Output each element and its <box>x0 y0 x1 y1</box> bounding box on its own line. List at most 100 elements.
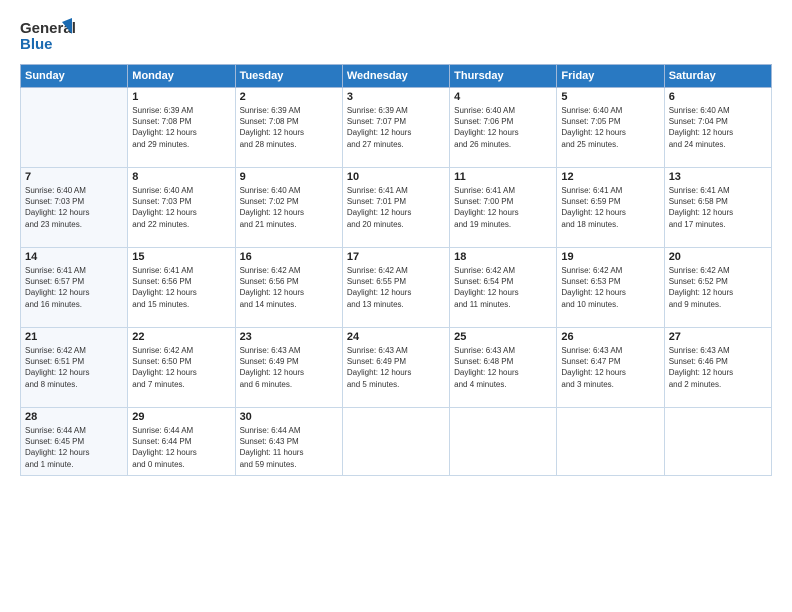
day-cell: 19 Sunrise: 6:42 AM Sunset: 6:53 PM Dayli… <box>557 248 664 328</box>
day-number: 30 <box>240 411 338 423</box>
day-cell: 2 Sunrise: 6:39 AM Sunset: 7:08 PM Daylig… <box>235 88 342 168</box>
day-cell: 14 Sunrise: 6:41 AM Sunset: 6:57 PM Dayli… <box>21 248 128 328</box>
day-info: Sunrise: 6:43 AM Sunset: 6:46 PM Dayligh… <box>669 345 767 390</box>
header-row: SundayMondayTuesdayWednesdayThursdayFrid… <box>21 65 772 88</box>
day-number: 19 <box>561 251 659 263</box>
day-info: Sunrise: 6:40 AM Sunset: 7:03 PM Dayligh… <box>132 185 230 230</box>
day-number: 17 <box>347 251 445 263</box>
day-number: 14 <box>25 251 123 263</box>
day-info: Sunrise: 6:42 AM Sunset: 6:56 PM Dayligh… <box>240 265 338 310</box>
day-info: Sunrise: 6:41 AM Sunset: 6:59 PM Dayligh… <box>561 185 659 230</box>
day-info: Sunrise: 6:44 AM Sunset: 6:44 PM Dayligh… <box>132 425 230 470</box>
day-info: Sunrise: 6:39 AM Sunset: 7:08 PM Dayligh… <box>240 105 338 150</box>
day-info: Sunrise: 6:40 AM Sunset: 7:04 PM Dayligh… <box>669 105 767 150</box>
col-header-sunday: Sunday <box>21 65 128 88</box>
day-cell: 17 Sunrise: 6:42 AM Sunset: 6:55 PM Dayli… <box>342 248 449 328</box>
day-number: 26 <box>561 331 659 343</box>
day-info: Sunrise: 6:42 AM Sunset: 6:52 PM Dayligh… <box>669 265 767 310</box>
day-number: 12 <box>561 171 659 183</box>
day-cell: 21 Sunrise: 6:42 AM Sunset: 6:51 PM Dayli… <box>21 328 128 408</box>
day-cell: 11 Sunrise: 6:41 AM Sunset: 7:00 PM Dayli… <box>450 168 557 248</box>
day-cell: 16 Sunrise: 6:42 AM Sunset: 6:56 PM Dayli… <box>235 248 342 328</box>
day-info: Sunrise: 6:41 AM Sunset: 7:01 PM Dayligh… <box>347 185 445 230</box>
day-cell: 18Sunrise: 6:42 AM Sunset: 6:54 PM Dayli… <box>450 248 557 328</box>
calendar-table: SundayMondayTuesdayWednesdayThursdayFrid… <box>20 64 772 476</box>
day-info: Sunrise: 6:41 AM Sunset: 7:00 PM Dayligh… <box>454 185 552 230</box>
day-cell: 3 Sunrise: 6:39 AM Sunset: 7:07 PM Daylig… <box>342 88 449 168</box>
col-header-monday: Monday <box>128 65 235 88</box>
day-info: Sunrise: 6:42 AM Sunset: 6:55 PM Dayligh… <box>347 265 445 310</box>
day-info: Sunrise: 6:39 AM Sunset: 7:07 PM Dayligh… <box>347 105 445 150</box>
day-info: Sunrise: 6:43 AM Sunset: 6:47 PM Dayligh… <box>561 345 659 390</box>
day-info: Sunrise: 6:40 AM Sunset: 7:05 PM Dayligh… <box>561 105 659 150</box>
day-info: Sunrise: 6:41 AM Sunset: 6:57 PM Dayligh… <box>25 265 123 310</box>
day-number: 13 <box>669 171 767 183</box>
day-info: Sunrise: 6:40 AM Sunset: 7:02 PM Dayligh… <box>240 185 338 230</box>
day-info: Sunrise: 6:43 AM Sunset: 6:49 PM Dayligh… <box>240 345 338 390</box>
day-info: Sunrise: 6:43 AM Sunset: 6:48 PM Dayligh… <box>454 345 552 390</box>
day-cell <box>21 88 128 168</box>
header: GeneralBlue <box>20 16 772 54</box>
day-info: Sunrise: 6:41 AM Sunset: 6:56 PM Dayligh… <box>132 265 230 310</box>
day-cell: 26 Sunrise: 6:43 AM Sunset: 6:47 PM Dayli… <box>557 328 664 408</box>
day-info: Sunrise: 6:44 AM Sunset: 6:43 PM Dayligh… <box>240 425 338 470</box>
day-cell: 23 Sunrise: 6:43 AM Sunset: 6:49 PM Dayli… <box>235 328 342 408</box>
day-number: 20 <box>669 251 767 263</box>
day-cell: 13 Sunrise: 6:41 AM Sunset: 6:58 PM Dayli… <box>664 168 771 248</box>
day-info: Sunrise: 6:42 AM Sunset: 6:53 PM Dayligh… <box>561 265 659 310</box>
col-header-friday: Friday <box>557 65 664 88</box>
day-number: 5 <box>561 91 659 103</box>
day-number: 4 <box>454 91 552 103</box>
day-number: 16 <box>240 251 338 263</box>
day-number: 27 <box>669 331 767 343</box>
day-info: Sunrise: 6:42 AM Sunset: 6:51 PM Dayligh… <box>25 345 123 390</box>
day-cell: 28Sunrise: 6:44 AM Sunset: 6:45 PM Dayli… <box>21 408 128 476</box>
day-cell <box>664 408 771 476</box>
day-number: 6 <box>669 91 767 103</box>
day-cell: 20 Sunrise: 6:42 AM Sunset: 6:52 PM Dayli… <box>664 248 771 328</box>
day-cell: 27 Sunrise: 6:43 AM Sunset: 6:46 PM Dayli… <box>664 328 771 408</box>
day-info: Sunrise: 6:41 AM Sunset: 6:58 PM Dayligh… <box>669 185 767 230</box>
day-cell: 4Sunrise: 6:40 AM Sunset: 7:06 PM Daylig… <box>450 88 557 168</box>
day-info: Sunrise: 6:39 AM Sunset: 7:08 PM Dayligh… <box>132 105 230 150</box>
day-number: 21 <box>25 331 123 343</box>
col-header-thursday: Thursday <box>450 65 557 88</box>
day-number: 9 <box>240 171 338 183</box>
day-info: Sunrise: 6:42 AM Sunset: 6:54 PM Dayligh… <box>454 265 552 310</box>
day-number: 3 <box>347 91 445 103</box>
day-number: 10 <box>347 171 445 183</box>
day-number: 23 <box>240 331 338 343</box>
logo: GeneralBlue <box>20 16 75 54</box>
day-info: Sunrise: 6:43 AM Sunset: 6:49 PM Dayligh… <box>347 345 445 390</box>
day-cell: 10 Sunrise: 6:41 AM Sunset: 7:01 PM Dayli… <box>342 168 449 248</box>
week-row-1: 1Sunrise: 6:39 AM Sunset: 7:08 PM Daylig… <box>21 88 772 168</box>
logo-svg: GeneralBlue <box>20 16 75 54</box>
day-number: 8 <box>132 171 230 183</box>
day-info: Sunrise: 6:42 AM Sunset: 6:50 PM Dayligh… <box>132 345 230 390</box>
day-number: 11 <box>454 171 552 183</box>
day-cell: 5 Sunrise: 6:40 AM Sunset: 7:05 PM Daylig… <box>557 88 664 168</box>
day-cell: 1Sunrise: 6:39 AM Sunset: 7:08 PM Daylig… <box>128 88 235 168</box>
col-header-tuesday: Tuesday <box>235 65 342 88</box>
day-info: Sunrise: 6:44 AM Sunset: 6:45 PM Dayligh… <box>25 425 123 470</box>
day-cell: 25 Sunrise: 6:43 AM Sunset: 6:48 PM Dayli… <box>450 328 557 408</box>
col-header-saturday: Saturday <box>664 65 771 88</box>
day-cell: 15 Sunrise: 6:41 AM Sunset: 6:56 PM Dayli… <box>128 248 235 328</box>
day-cell: 30 Sunrise: 6:44 AM Sunset: 6:43 PM Dayli… <box>235 408 342 476</box>
day-number: 24 <box>347 331 445 343</box>
day-number: 22 <box>132 331 230 343</box>
day-cell: 12 Sunrise: 6:41 AM Sunset: 6:59 PM Dayli… <box>557 168 664 248</box>
day-cell <box>450 408 557 476</box>
week-row-4: 21 Sunrise: 6:42 AM Sunset: 6:51 PM Dayli… <box>21 328 772 408</box>
day-cell: 29Sunrise: 6:44 AM Sunset: 6:44 PM Dayli… <box>128 408 235 476</box>
day-cell: 6 Sunrise: 6:40 AM Sunset: 7:04 PM Daylig… <box>664 88 771 168</box>
col-header-wednesday: Wednesday <box>342 65 449 88</box>
day-info: Sunrise: 6:40 AM Sunset: 7:03 PM Dayligh… <box>25 185 123 230</box>
week-row-3: 14 Sunrise: 6:41 AM Sunset: 6:57 PM Dayli… <box>21 248 772 328</box>
day-cell: 22 Sunrise: 6:42 AM Sunset: 6:50 PM Dayli… <box>128 328 235 408</box>
day-number: 15 <box>132 251 230 263</box>
day-number: 25 <box>454 331 552 343</box>
week-row-2: 7Sunrise: 6:40 AM Sunset: 7:03 PM Daylig… <box>21 168 772 248</box>
day-cell: 9 Sunrise: 6:40 AM Sunset: 7:02 PM Daylig… <box>235 168 342 248</box>
day-number: 2 <box>240 91 338 103</box>
